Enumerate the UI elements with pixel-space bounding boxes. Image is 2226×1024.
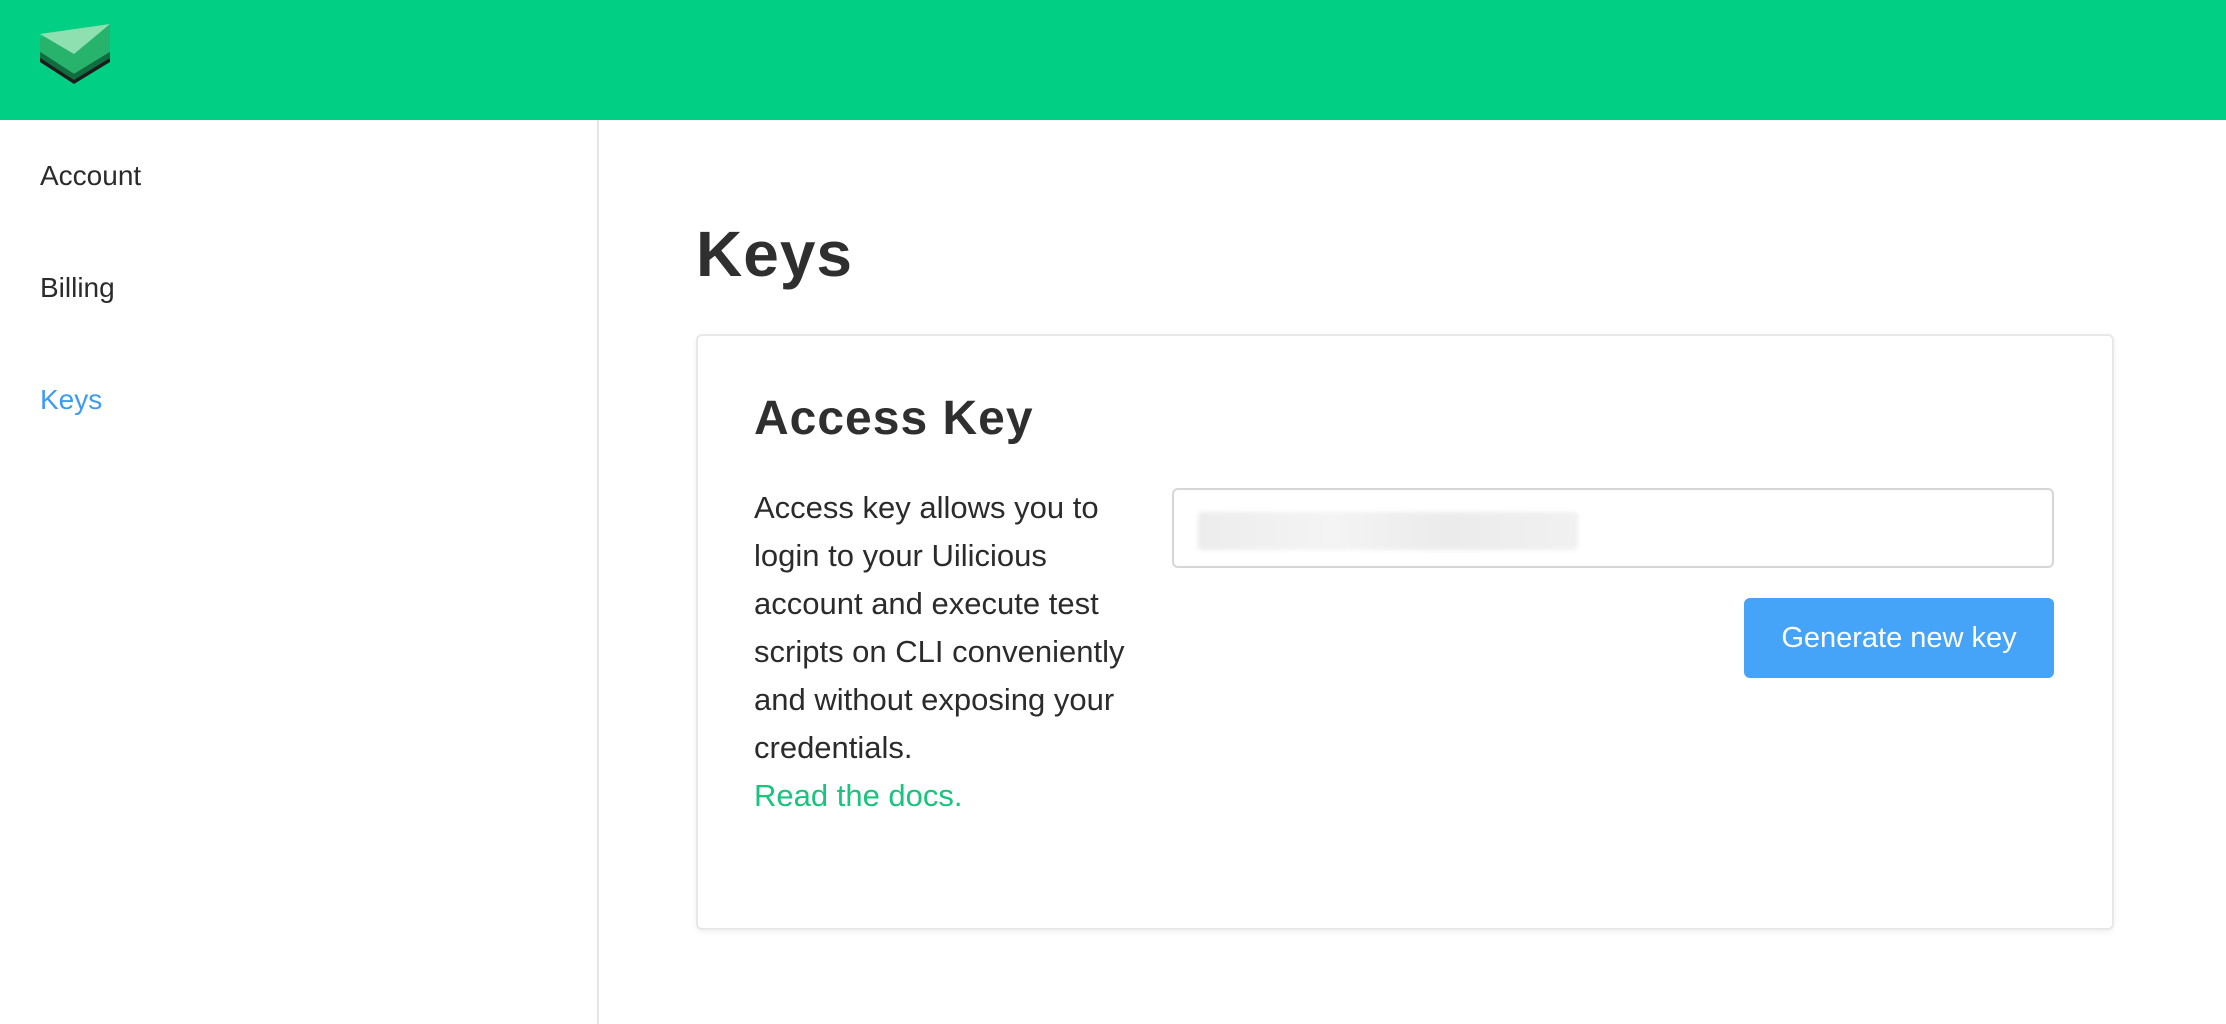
sidebar-item-keys[interactable]: Keys (40, 382, 102, 418)
access-key-description: Access key allows you to login to your U… (754, 490, 1125, 765)
page-title: Keys (696, 218, 853, 290)
uilicious-logo-icon[interactable] (38, 24, 112, 98)
access-key-description-block: Access key allows you to login to your U… (754, 484, 1134, 820)
top-header (0, 0, 2226, 120)
sidebar: Account Billing Keys (0, 120, 599, 1024)
sidebar-item-billing[interactable]: Billing (40, 270, 115, 306)
sidebar-item-account[interactable]: Account (40, 158, 141, 194)
generate-new-key-button[interactable]: Generate new key (1744, 598, 2054, 678)
access-key-card: Access Key Access key allows you to logi… (696, 334, 2114, 930)
access-key-field[interactable] (1172, 488, 2054, 568)
read-docs-link[interactable]: Read the docs. (754, 772, 1134, 820)
main-content: Keys Access Key Access key allows you to… (600, 120, 2226, 1024)
card-title: Access Key (754, 392, 1034, 445)
